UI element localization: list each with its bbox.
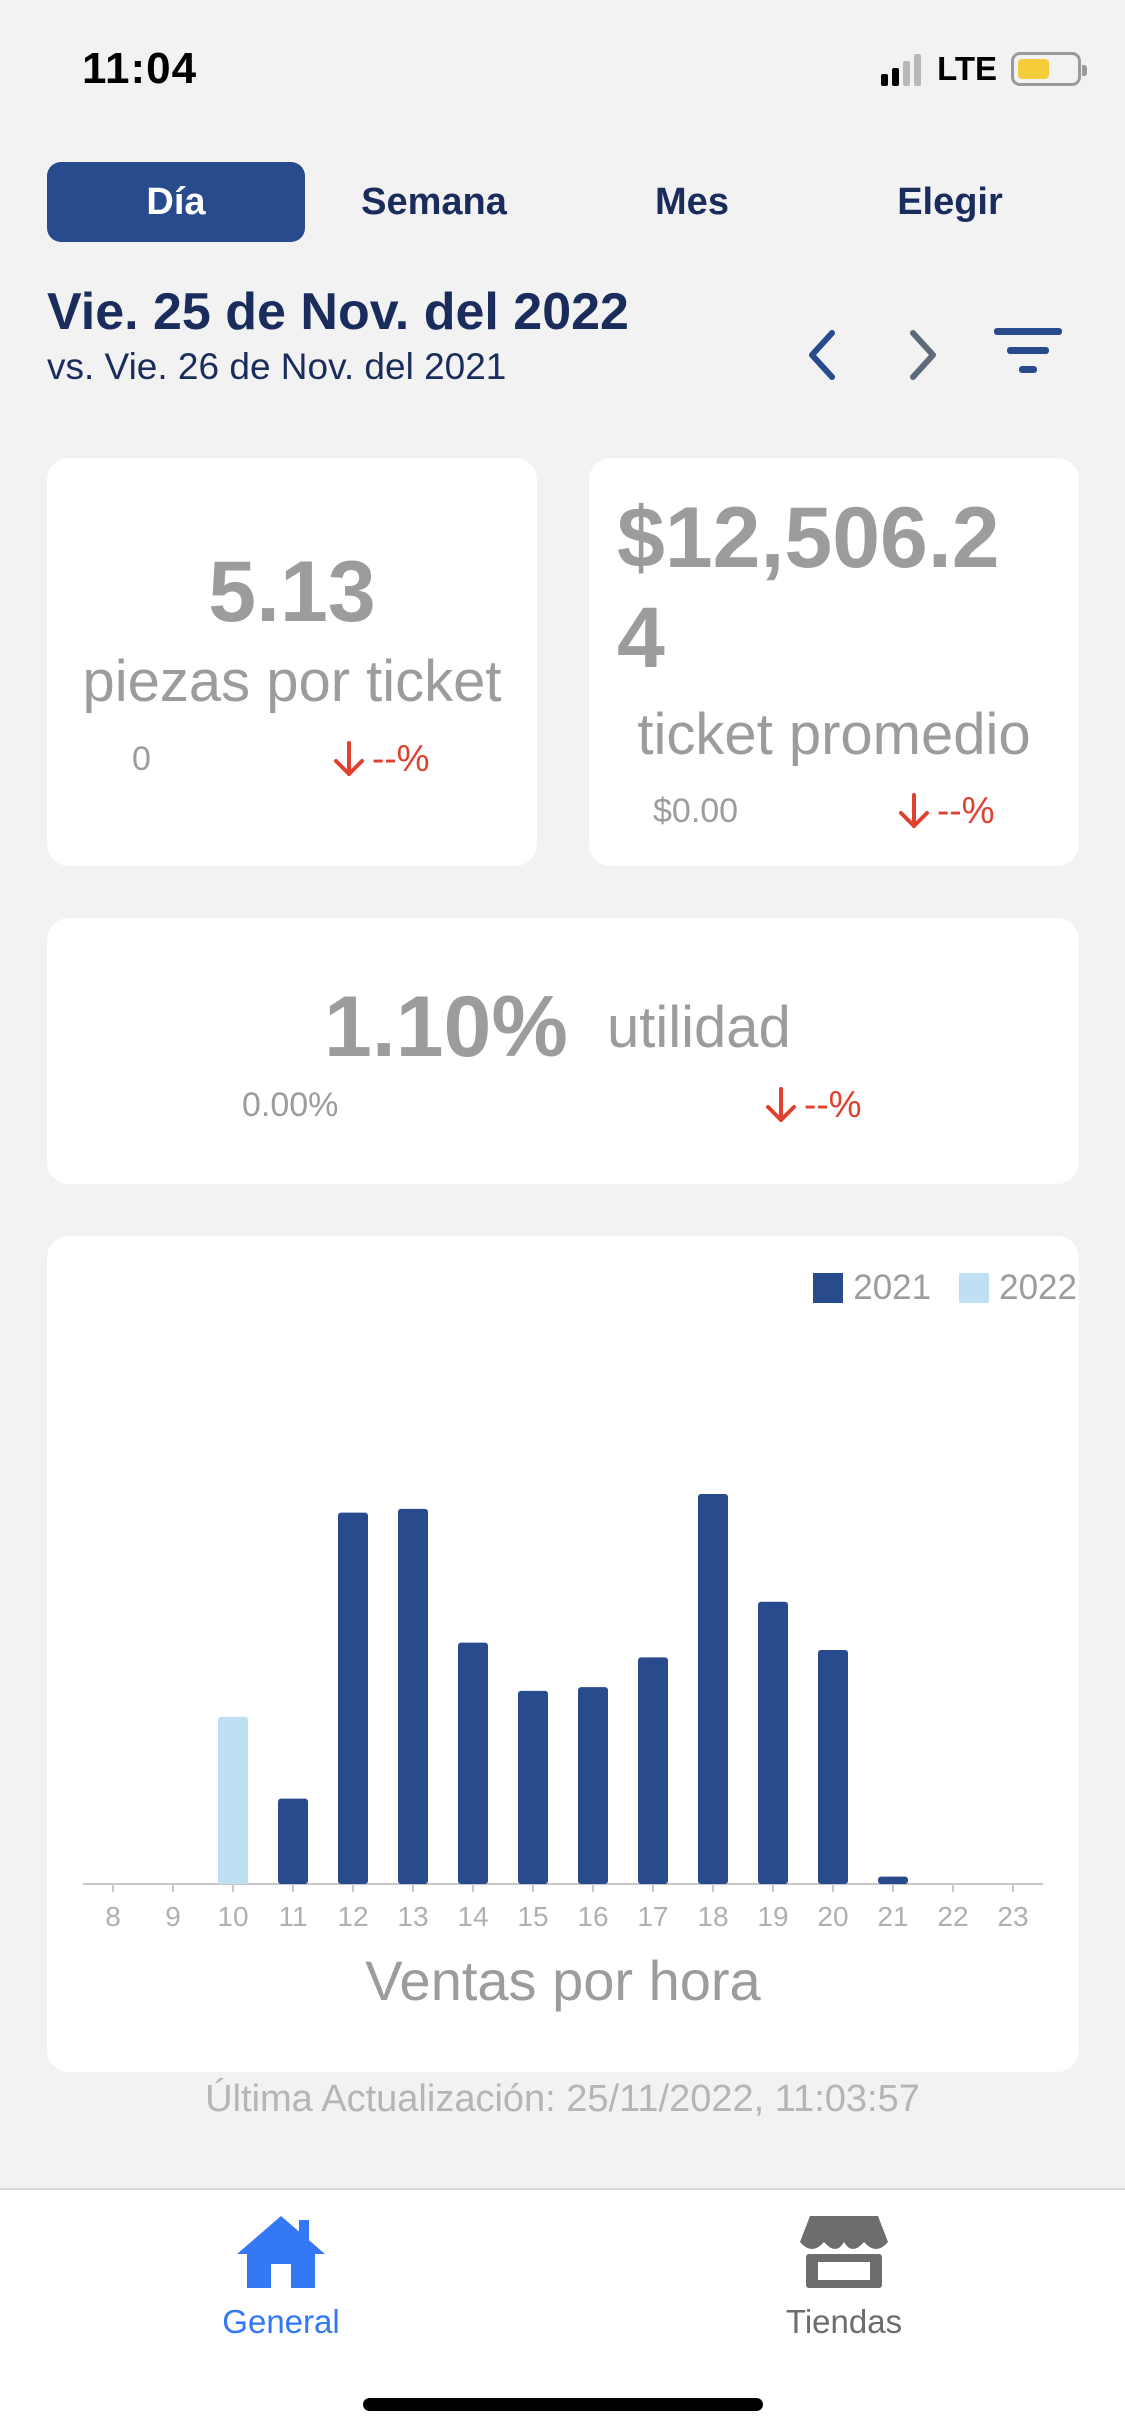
bar-2021-11 bbox=[278, 1798, 308, 1884]
x-tick-label: 14 bbox=[457, 1901, 488, 1932]
margin-delta-value: --% bbox=[804, 1084, 862, 1125]
pieces-label: piezas por ticket bbox=[82, 649, 502, 714]
ticket-label: ticket promedio bbox=[637, 702, 1031, 767]
x-tick-label: 20 bbox=[817, 1901, 848, 1932]
margin-previous: 0.00% bbox=[242, 1086, 339, 1124]
arrow-down-icon bbox=[334, 741, 364, 776]
legend-item-2021: 2021 bbox=[813, 1268, 931, 1308]
bar-2021-13 bbox=[398, 1508, 428, 1884]
date-header: Vie. 25 de Nov. del 2022 vs. Vie. 26 de … bbox=[47, 282, 629, 388]
x-tick-label: 16 bbox=[577, 1901, 608, 1932]
x-tick-label: 11 bbox=[278, 1901, 307, 1932]
bar-2021-21 bbox=[878, 1876, 908, 1884]
tabbar-label-tiendas: Tiendas bbox=[785, 2303, 903, 2340]
home-icon bbox=[237, 2216, 325, 2288]
x-tick-label: 22 bbox=[937, 1901, 968, 1932]
tab-dia[interactable]: Día bbox=[47, 162, 305, 242]
x-tick-label: 12 bbox=[337, 1901, 368, 1932]
store-icon bbox=[800, 2216, 888, 2288]
ticket-value-line2: 4 bbox=[617, 590, 665, 686]
x-tick-label: 17 bbox=[637, 1901, 668, 1932]
ticket-value-line1: $12,506.2 bbox=[617, 490, 1000, 586]
chart-title: Ventas por hora bbox=[365, 1949, 761, 2012]
bar-2021-19 bbox=[758, 1601, 788, 1884]
ticket-previous: $0.00 bbox=[653, 792, 739, 830]
legend-label-2021: 2021 bbox=[853, 1268, 932, 1307]
period-tabs: Día Semana Mes Elegir bbox=[47, 162, 1079, 242]
x-tick-label: 10 bbox=[217, 1901, 248, 1932]
tab-mes[interactable]: Mes bbox=[563, 162, 821, 242]
home-indicator bbox=[363, 2398, 763, 2411]
filter-button[interactable] bbox=[990, 318, 1066, 384]
ticket-value: $12,506.2 4 bbox=[617, 488, 1000, 688]
last-update-text: Última Actualización: 25/11/2022, 11:03:… bbox=[205, 2078, 920, 2120]
chart-legend: 2021 2022 bbox=[813, 1268, 1077, 1308]
pieces-previous: 0 bbox=[132, 740, 151, 778]
network-label: LTE bbox=[937, 50, 997, 87]
bar-2021-14 bbox=[458, 1642, 488, 1884]
bar-2021-16 bbox=[578, 1687, 608, 1884]
status-time: 11:04 bbox=[82, 44, 198, 93]
bar-2021-20 bbox=[818, 1650, 848, 1884]
filter-icon bbox=[994, 328, 1062, 373]
x-tick-label: 21 bbox=[877, 1901, 908, 1932]
pieces-delta: --% bbox=[332, 738, 430, 780]
margin-value: 1.10% bbox=[324, 979, 568, 1075]
margin-label: utilidad bbox=[607, 995, 791, 1060]
sales-by-hour-chart: 8 9 10 11 12 13 14 15 16 17 18 19 20 21 22 23 Ventas por… bbox=[83, 1494, 1043, 2012]
compare-date: vs. Vie. 26 de Nov. del 2021 bbox=[47, 346, 507, 387]
legend-item-2022: 2022 bbox=[959, 1268, 1077, 1308]
arrow-down-icon bbox=[766, 1087, 796, 1122]
bar-2021-15 bbox=[518, 1690, 548, 1884]
margin-delta: --% bbox=[764, 1084, 862, 1126]
status-bar: 11:04 LTE bbox=[0, 0, 1125, 140]
legend-label-2022: 2022 bbox=[999, 1268, 1077, 1307]
tabbar-label-general: General bbox=[222, 2303, 340, 2340]
pieces-delta-value: --% bbox=[372, 738, 430, 779]
margin-card: 1.10% utilidad 0.00% --% bbox=[47, 918, 1079, 1184]
x-tick-label: 13 bbox=[397, 1901, 428, 1932]
signal-icon bbox=[881, 52, 922, 86]
x-tick-label: 18 bbox=[697, 1901, 728, 1932]
x-tick-label: 8 bbox=[105, 1901, 121, 1932]
tabbar-item-general[interactable]: General bbox=[151, 2212, 411, 2341]
tab-semana[interactable]: Semana bbox=[305, 162, 563, 242]
tabbar-item-tiendas[interactable]: Tiendas bbox=[714, 2212, 974, 2341]
status-indicators: LTE bbox=[881, 50, 1087, 88]
sales-by-hour-card: 8 9 10 11 12 13 14 15 16 17 18 19 20 21 22 23 Ventas por… bbox=[47, 1236, 1079, 2072]
ticket-delta-value: --% bbox=[937, 790, 995, 831]
legend-swatch-2021 bbox=[813, 1273, 844, 1303]
arrow-down-icon bbox=[899, 793, 929, 828]
x-tick-label: 15 bbox=[517, 1901, 548, 1932]
x-tick-label: 23 bbox=[997, 1901, 1028, 1932]
legend-swatch-2022 bbox=[959, 1273, 990, 1303]
ticket-delta: --% bbox=[897, 790, 995, 832]
current-date: Vie. 25 de Nov. del 2022 bbox=[47, 283, 629, 341]
bar-2021-12 bbox=[338, 1512, 368, 1884]
bar-2021-18 bbox=[698, 1494, 728, 1884]
chevron-right-icon bbox=[910, 330, 936, 380]
x-tick-label: 9 bbox=[165, 1901, 181, 1932]
battery-icon bbox=[1011, 52, 1087, 86]
chevron-left-icon bbox=[809, 330, 835, 380]
next-day-button[interactable] bbox=[893, 325, 953, 385]
tab-elegir[interactable]: Elegir bbox=[821, 162, 1079, 242]
pieces-per-ticket-card: 5.13 piezas por ticket 0 --% bbox=[47, 458, 537, 866]
pieces-value: 5.13 bbox=[208, 544, 376, 640]
bar-2021-17 bbox=[638, 1657, 668, 1884]
bar-2022-10 bbox=[218, 1716, 248, 1884]
x-tick-label: 19 bbox=[757, 1901, 788, 1932]
previous-day-button[interactable] bbox=[792, 325, 852, 385]
average-ticket-card: $12,506.2 4 ticket promedio $0.00 --% bbox=[589, 458, 1079, 866]
